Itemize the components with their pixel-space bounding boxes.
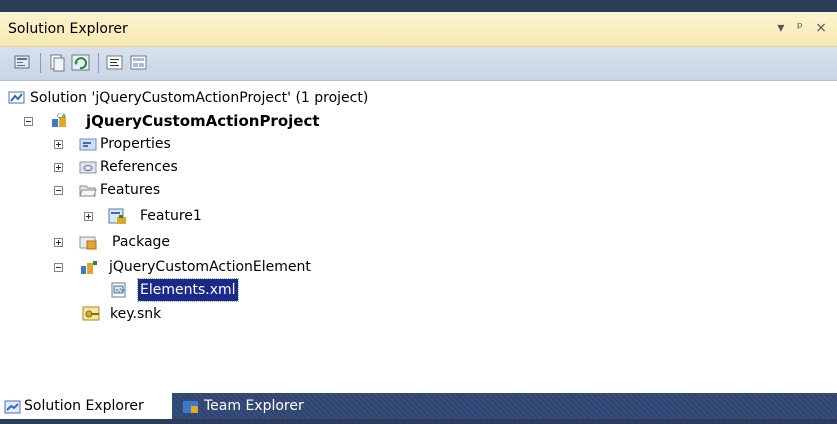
csharp-project-icon: C# xyxy=(50,113,68,129)
tab-label: Team Explorer xyxy=(204,398,304,414)
expand-toggle[interactable] xyxy=(54,140,63,149)
view-designer-icon[interactable] xyxy=(128,53,150,73)
toolbar-separator xyxy=(98,53,99,73)
tree-label-selected: Elements.xml xyxy=(137,278,239,302)
svg-text:C#: C# xyxy=(57,113,66,120)
collapse-toggle[interactable] xyxy=(24,117,33,126)
pin-icon[interactable]: ᵖ xyxy=(797,20,807,36)
show-all-files-icon[interactable] xyxy=(46,53,68,73)
tree-label: Properties xyxy=(100,136,171,152)
properties-folder-icon xyxy=(79,136,97,152)
solution-explorer-icon xyxy=(4,398,22,414)
feature-icon xyxy=(108,207,126,224)
references-folder-icon xyxy=(79,159,97,175)
tab-team-explorer[interactable]: Team Explorer xyxy=(176,393,336,419)
expand-toggle[interactable] xyxy=(54,238,63,247)
title-bar: Solution Explorer ▾ ᵖ × xyxy=(0,12,837,47)
collapse-toggle[interactable] xyxy=(54,186,63,195)
tree-label: jQueryCustomActionProject xyxy=(86,112,320,130)
team-explorer-icon xyxy=(182,398,200,414)
tab-solution-explorer[interactable]: Solution Explorer xyxy=(0,393,172,419)
close-icon[interactable]: × xyxy=(815,20,831,36)
dropdown-icon[interactable]: ▾ xyxy=(777,20,788,36)
tree-label: Features xyxy=(100,182,161,198)
svg-text:</>: </> xyxy=(115,288,125,294)
view-code-icon[interactable] xyxy=(104,53,126,73)
panel-title: Solution Explorer xyxy=(8,21,128,37)
solution-tree: Solution 'jQueryCustomActionProject' (1 … xyxy=(0,81,837,393)
top-band xyxy=(0,0,837,12)
tree-label: jQueryCustomActionElement xyxy=(109,259,311,275)
solution-explorer-window: Solution Explorer ▾ ᵖ × Solution 'jQuery… xyxy=(0,0,837,419)
key-file-icon xyxy=(82,305,100,321)
toolbar xyxy=(0,47,837,81)
folder-open-icon xyxy=(79,182,97,198)
xml-file-icon: </> xyxy=(110,282,128,298)
expand-toggle[interactable] xyxy=(84,212,93,221)
element-icon xyxy=(80,259,98,275)
tree-label: Solution 'jQueryCustomActionProject' (1 … xyxy=(30,90,369,106)
bottom-tab-bar: Solution Explorer Team Explorer xyxy=(0,393,837,419)
tree-label: Feature1 xyxy=(140,208,202,224)
collapse-toggle[interactable] xyxy=(54,263,63,272)
properties-icon[interactable] xyxy=(12,53,34,73)
toolbar-separator xyxy=(40,53,41,73)
package-icon xyxy=(79,234,97,250)
solution-icon xyxy=(8,90,26,106)
tree-label: Package xyxy=(112,234,171,250)
tree-label: References xyxy=(100,159,178,175)
expand-toggle[interactable] xyxy=(54,163,63,172)
tree-label: key.snk xyxy=(110,306,162,322)
refresh-icon[interactable] xyxy=(70,53,92,73)
tab-label: Solution Explorer xyxy=(24,398,144,414)
window-actions[interactable]: ▾ ᵖ × xyxy=(777,20,831,36)
